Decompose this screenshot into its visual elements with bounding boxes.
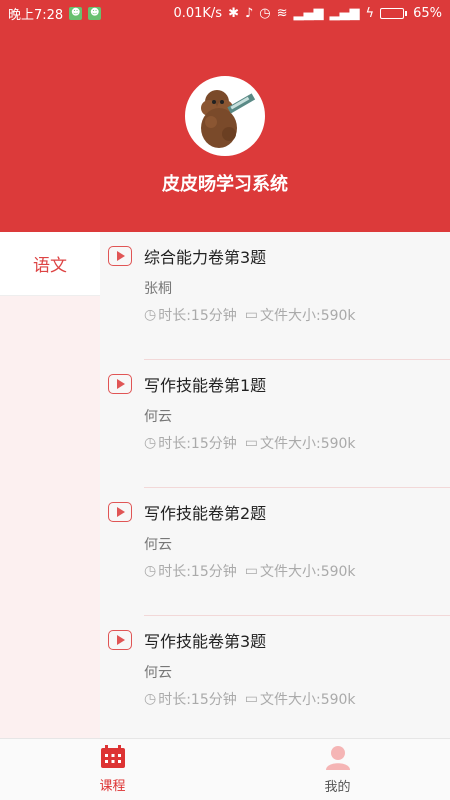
nav-label-profile: 我的: [324, 780, 351, 795]
signal-icon: ▂▄▆: [329, 5, 360, 21]
course-author: 何云: [144, 409, 172, 425]
poodle-avatar-icon: [187, 78, 263, 154]
play-icon: [108, 502, 132, 522]
folder-icon: ▭: [244, 307, 258, 323]
course-duration: 时长:15分钟: [158, 308, 237, 324]
app-title: 皮皮旸学习系统: [162, 174, 288, 195]
sidebar: 语文: [0, 232, 100, 738]
clock-icon: ◷: [144, 691, 157, 707]
course-file-size: 文件大小:590k: [259, 564, 356, 580]
folder-icon: ▭: [244, 435, 258, 451]
course-title: 写作技能卷第2题: [144, 504, 267, 523]
course-file-size: 文件大小:590k: [259, 692, 356, 708]
nav-label-courses: 课程: [99, 779, 126, 794]
course-title: 综合能力卷第3题: [144, 248, 267, 267]
battery-percent: 65%: [413, 5, 442, 21]
status-bar: 晚上7:28 ☻ ☻ 0.01K/s ✱ ♪ ◷ ≋ ▂▄▆ ▂▄▆ ϟ 65%: [0, 0, 450, 26]
course-item[interactable]: 写作技能卷第1题 何云 ◷ 时长:15分钟 ▭ 文件大小:590k: [100, 360, 450, 488]
clock-icon: ◷: [144, 307, 157, 323]
course-title: 写作技能卷第3题: [144, 632, 267, 651]
course-item[interactable]: 写作技能卷第3题 何云 ◷ 时长:15分钟 ▭ 文件大小:590k: [100, 616, 450, 738]
battery-icon: [380, 7, 408, 19]
user-icon: [325, 746, 350, 770]
status-time: 晚上7:28: [8, 7, 64, 23]
course-item[interactable]: 写作技能卷第2题 何云 ◷ 时长:15分钟 ▭ 文件大小:590k: [100, 488, 450, 616]
course-duration: 时长:15分钟: [158, 692, 237, 708]
bell-icon: ♪: [244, 5, 254, 21]
bluetooth-icon: ✱: [228, 5, 239, 21]
course-duration: 时长:15分钟: [158, 564, 237, 580]
app-header: 晚上7:28 ☻ ☻ 0.01K/s ✱ ♪ ◷ ≋ ▂▄▆ ▂▄▆ ϟ 65%: [0, 0, 450, 232]
course-author: 何云: [144, 665, 172, 681]
nav-item-courses[interactable]: 课程: [0, 739, 225, 800]
course-file-size: 文件大小:590k: [259, 436, 356, 452]
play-icon: [108, 374, 132, 394]
course-author: 何云: [144, 537, 172, 553]
course-item[interactable]: 综合能力卷第3题 张桐 ◷ 时长:15分钟 ▭ 文件大小:590k: [100, 232, 450, 360]
folder-icon: ▭: [244, 691, 258, 707]
android-notification-icon: ☻: [69, 6, 83, 20]
course-meta: ◷ 时长:15分钟 ▭ 文件大小:590k: [144, 561, 356, 581]
charging-icon: ϟ: [365, 5, 375, 21]
calendar-icon: [100, 745, 125, 768]
play-icon: [108, 630, 132, 650]
course-author: 张桐: [144, 281, 172, 297]
signal-icon: ▂▄▆: [293, 5, 324, 21]
course-file-size: 文件大小:590k: [259, 308, 356, 324]
clock-icon: ◷: [144, 435, 157, 451]
course-duration: 时长:15分钟: [158, 436, 237, 452]
android-notification-icon: ☻: [88, 6, 102, 20]
sidebar-tab-chinese[interactable]: 语文: [0, 232, 100, 296]
wifi-icon: ≋: [276, 5, 288, 21]
course-list[interactable]: 综合能力卷第3题 张桐 ◷ 时长:15分钟 ▭ 文件大小:590k 写作技能卷第…: [100, 232, 450, 738]
course-meta: ◷ 时长:15分钟 ▭ 文件大小:590k: [144, 305, 356, 325]
course-title: 写作技能卷第1题: [144, 376, 267, 395]
bottom-navigation: 课程 我的: [0, 738, 450, 800]
clock-icon: ◷: [144, 563, 157, 579]
avatar[interactable]: [185, 76, 265, 156]
alarm-icon: ◷: [259, 5, 271, 21]
play-icon: [108, 246, 132, 266]
folder-icon: ▭: [244, 563, 258, 579]
course-meta: ◷ 时长:15分钟 ▭ 文件大小:590k: [144, 689, 356, 709]
network-speed: 0.01K/s: [173, 5, 223, 21]
nav-item-profile[interactable]: 我的: [225, 739, 450, 800]
course-meta: ◷ 时长:15分钟 ▭ 文件大小:590k: [144, 433, 356, 453]
